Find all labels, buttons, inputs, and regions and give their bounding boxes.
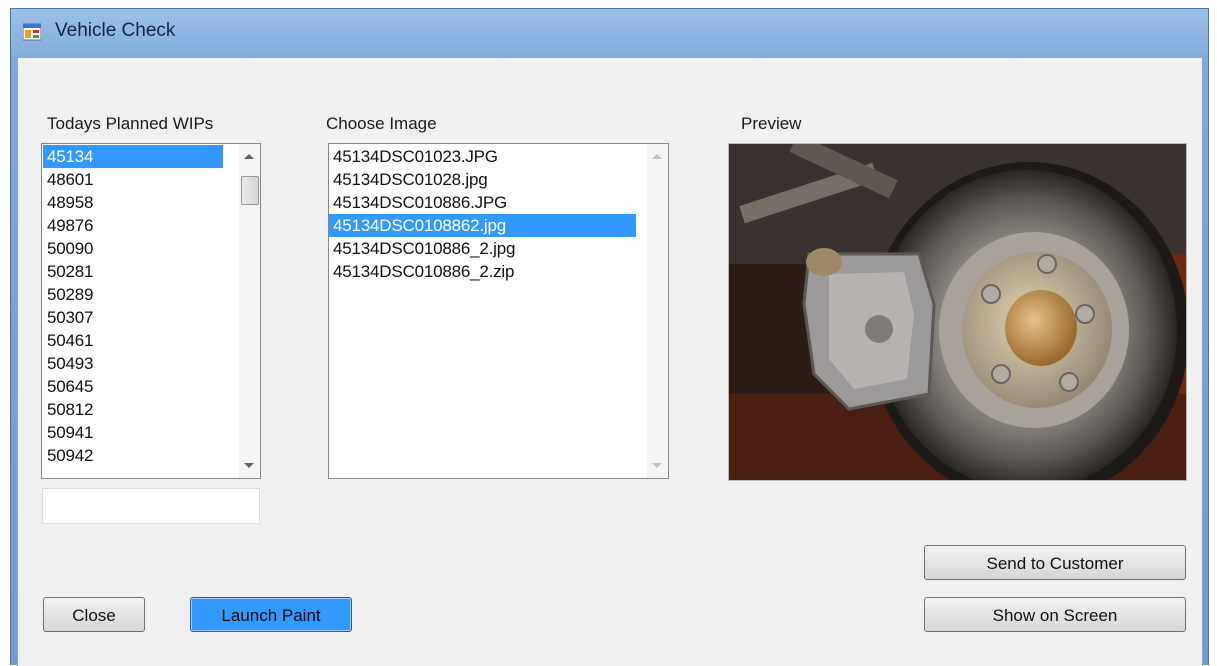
app-window: Vehicle Check Todays Planned WIPs Choose… (10, 8, 1209, 666)
images-list: 45134DSC01023.JPG 45134DSC01028.jpg 45134D… (329, 144, 636, 283)
window-title: Vehicle Check (55, 20, 176, 41)
scroll-down-arrow-icon[interactable] (244, 463, 254, 468)
list-item[interactable]: 45134DSC0108862.jpg (329, 214, 636, 237)
app-icon (23, 23, 41, 41)
list-item[interactable]: 50461 (43, 329, 223, 352)
brake-disc-photo (729, 144, 1186, 480)
images-scrollbar[interactable] (647, 144, 668, 478)
close-button[interactable]: Close (43, 597, 145, 632)
list-item[interactable]: 45134DSC010886.JPG (329, 191, 636, 214)
preview-label: Preview (741, 114, 802, 133)
preview-image (728, 143, 1187, 481)
list-item[interactable]: 50812 (43, 398, 223, 421)
list-item[interactable]: 48601 (43, 168, 223, 191)
choose-image-label: Choose Image (326, 114, 437, 133)
list-item[interactable]: 50281 (43, 260, 223, 283)
list-item[interactable]: 50307 (43, 306, 223, 329)
scroll-thumb[interactable] (241, 176, 259, 205)
list-item[interactable]: 50645 (43, 375, 223, 398)
wips-scrollbar[interactable] (239, 144, 260, 478)
send-to-customer-button[interactable]: Send to Customer (924, 545, 1186, 580)
client-area: Todays Planned WIPs Choose Image Preview… (17, 57, 1203, 666)
scroll-down-arrow-icon[interactable] (652, 463, 662, 468)
show-on-screen-button[interactable]: Show on Screen (924, 597, 1186, 632)
list-item[interactable]: 45134DSC01028.jpg (329, 168, 636, 191)
list-item[interactable]: 45134DSC010886_2.jpg (329, 237, 636, 260)
list-item[interactable]: 50289 (43, 283, 223, 306)
list-item[interactable]: 45134DSC010886_2.zip (329, 260, 636, 283)
list-item[interactable]: 45134 (43, 145, 223, 168)
wips-label: Todays Planned WIPs (47, 114, 214, 133)
list-item[interactable]: 50942 (43, 444, 223, 467)
list-item[interactable]: 50493 (43, 352, 223, 375)
wip-search-input[interactable] (42, 488, 260, 524)
launch-paint-button[interactable]: Launch Paint (190, 597, 352, 632)
title-bar[interactable]: Vehicle Check (11, 9, 1208, 57)
list-item[interactable]: 48958 (43, 191, 223, 214)
list-item[interactable]: 50090 (43, 237, 223, 260)
list-item[interactable]: 50941 (43, 421, 223, 444)
scroll-up-arrow-icon[interactable] (652, 154, 662, 159)
images-listbox[interactable]: 45134DSC01023.JPG 45134DSC01028.jpg 45134D… (328, 143, 669, 479)
scroll-up-arrow-icon[interactable] (244, 154, 254, 159)
wips-listbox[interactable]: 45134 48601 48958 49876 50090 50281 50289 50307… (41, 143, 261, 479)
wips-list: 45134 48601 48958 49876 50090 50281 50289 50307… (43, 144, 223, 467)
list-item[interactable]: 45134DSC01023.JPG (329, 145, 636, 168)
list-item[interactable]: 49876 (43, 214, 223, 237)
